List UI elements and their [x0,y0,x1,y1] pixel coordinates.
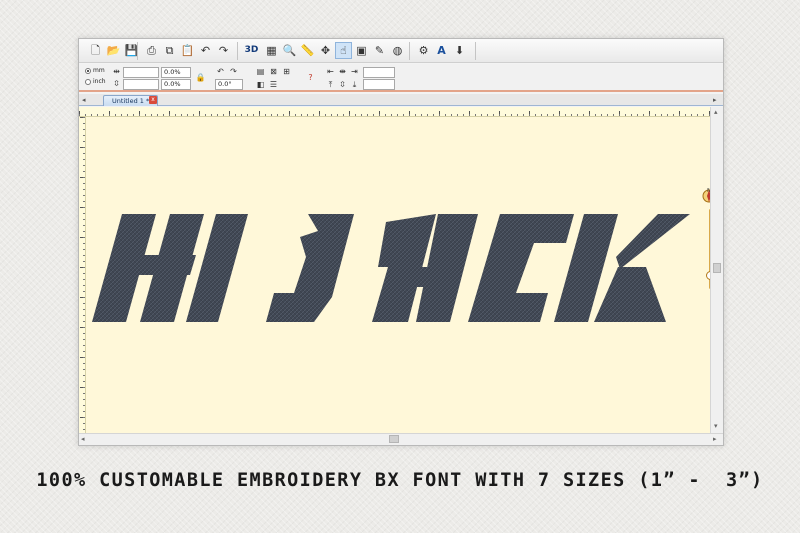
toolbar-separator [409,42,410,60]
letter-k-leg [594,267,666,322]
rotate-left-icon[interactable]: ↶ [215,66,226,77]
fit-icon[interactable]: ⊞ [281,66,292,77]
redo-icon[interactable]: ↷ [215,42,232,59]
spacing-v-field[interactable] [363,79,395,90]
main-toolbar: 🗋 📂 💾 ⎙ ⧉ 📋 ↶ ↷ 3D ▦ 🔍 📏 ✥ ☝ ▣ ✎ ◍ ⚙ A ⬇ [79,39,723,63]
spacing-bottom-icon[interactable]: ⤓ [349,79,360,90]
paste-icon[interactable]: 📋 [179,42,196,59]
copy-icon[interactable]: ⧉ [161,42,178,59]
angle-field[interactable]: 0.0° [215,79,243,90]
tab-scroll-left-icon[interactable]: ◂ [82,94,86,106]
scroll-right-icon[interactable]: ▸ [713,434,717,444]
properties-toolbar: mm inch ⇹ ⇳ 0.0% 0.0% 🔒 ↶ ↷ 0.0° ▤ ⊠ ⊞ ◧… [79,64,723,92]
promo-caption: 100% CUSTOMABLE EMBROIDERY BX FONT WITH … [36,470,764,491]
globe-icon[interactable]: ◍ [389,42,406,59]
design-svg [92,214,690,322]
group-icon[interactable]: ◧ [255,79,266,90]
height-percent-field[interactable]: 0.0% [161,79,191,90]
radio-dot [85,67,91,74]
letter-k-arm [616,214,690,269]
spacing-h-field[interactable] [363,67,395,78]
width-percent-field[interactable]: 0.0% [161,67,191,78]
rotate-right-icon[interactable]: ↷ [228,66,239,77]
tab-label: Untitled 1 * [112,97,150,105]
unit-inch-radio[interactable]: inch [85,78,106,85]
color-icon[interactable]: ▦ [263,42,280,59]
new-file-icon[interactable]: 🗋 [87,42,104,59]
close-tab-icon[interactable]: x [149,96,157,104]
vertical-scroll-thumb[interactable] [713,263,721,273]
print-icon[interactable]: ⎙ [143,42,160,59]
toolbar-separator [137,42,138,60]
export-icon[interactable]: ⬇ [451,42,468,59]
select-hand-icon[interactable]: ☝ [335,42,352,59]
scroll-down-icon[interactable]: ▾ [714,421,718,431]
height-field[interactable] [123,79,159,90]
open-folder-icon[interactable]: 📂 [105,42,122,59]
letter-c [468,214,574,322]
3d-view-button[interactable]: 3D [243,42,260,59]
pan-icon[interactable]: ✥ [317,42,334,59]
unit-mm-radio[interactable]: mm [85,67,105,74]
unit-inch-label: inch [93,78,106,85]
width-icon: ⇹ [113,67,120,76]
height-icon: ⇳ [113,79,120,88]
settings-icon[interactable]: ⚙ [415,42,432,59]
vertical-scrollbar[interactable]: ▴ ▾ [710,107,723,433]
tab-scroll-right-icon[interactable]: ▸ [713,94,717,106]
width-field[interactable] [123,67,159,78]
undo-icon[interactable]: ↶ [197,42,214,59]
vertical-ruler [79,117,86,433]
letter-j [266,214,354,322]
spacing-right-icon[interactable]: ⇥ [349,66,360,77]
lock-ratio-icon[interactable]: 🔒 [195,72,206,83]
align-icon[interactable]: ▤ [255,66,266,77]
spacing-center-icon[interactable]: ⇼ [337,66,348,77]
horizontal-scroll-thumb[interactable] [389,435,399,443]
scroll-left-icon[interactable]: ◂ [81,434,85,444]
spacing-top-icon[interactable]: ⤒ [325,79,336,90]
toolbar-separator [237,42,238,60]
document-tabbar: ◂ Untitled 1 * x ▸ [79,94,723,106]
text-tool-icon[interactable]: A [433,42,450,59]
zoom-icon[interactable]: 🔍 [281,42,298,59]
list-icon[interactable]: ☰ [268,79,279,90]
center-icon[interactable]: ⊠ [268,66,279,77]
embroidery-editor-window: 🗋 📂 💾 ⎙ ⧉ 📋 ↶ ↷ 3D ▦ 🔍 📏 ✥ ☝ ▣ ✎ ◍ ⚙ A ⬇ mm inch ⇹ ⇳ 0.0% 0… [78,38,724,446]
embroidery-lettering [92,214,690,322]
measure-icon[interactable]: 📏 [299,42,316,59]
unit-mm-label: mm [93,67,105,74]
radio-dot [85,78,91,85]
needle-icon[interactable]: ✎ [371,42,388,59]
toolbar-separator [475,42,476,60]
letter-a-bar [386,267,432,287]
spacing-left-icon[interactable]: ⇤ [325,66,336,77]
scroll-up-icon[interactable]: ▴ [714,107,718,117]
design-canvas[interactable]: N [86,117,716,433]
frame-icon[interactable]: ▣ [353,42,370,59]
horizontal-ruler [79,107,723,117]
horizontal-scrollbar[interactable]: ◂ ▸ [79,433,723,445]
help-icon[interactable]: ? [305,72,316,83]
spacing-mid-icon[interactable]: ⇳ [337,79,348,90]
